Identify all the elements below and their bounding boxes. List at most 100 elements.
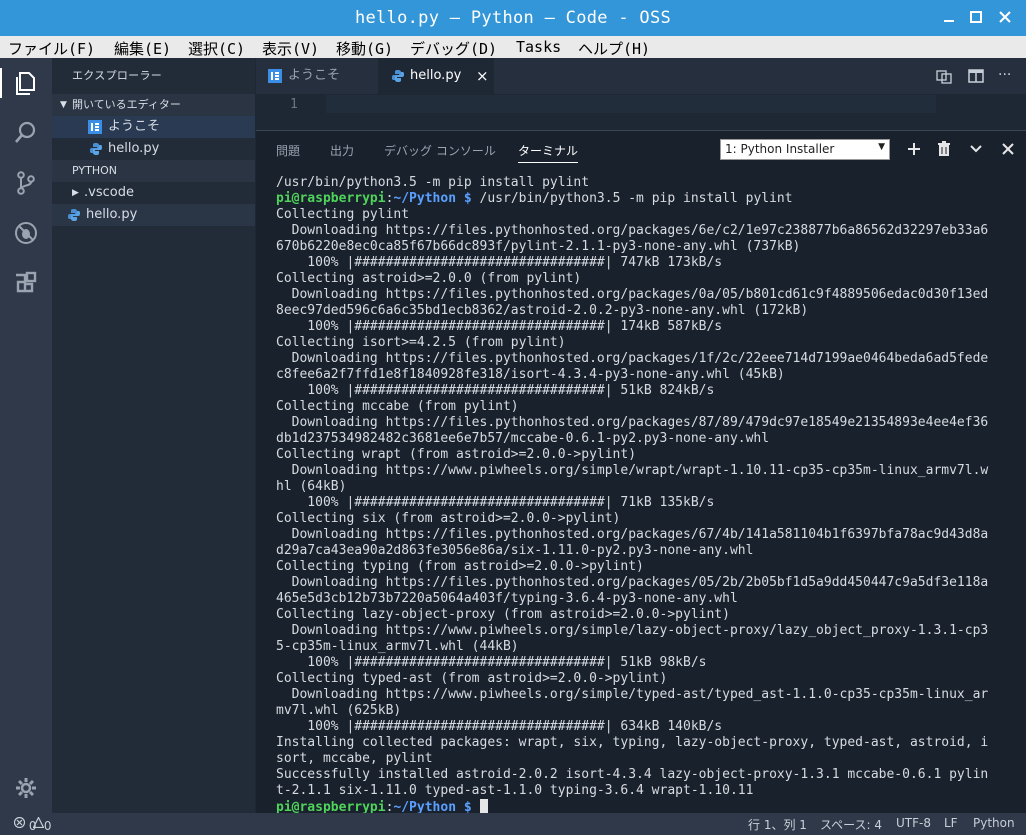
tab-hello-py[interactable]: hello.py × bbox=[378, 58, 494, 94]
tab-close-button[interactable]: × bbox=[476, 58, 489, 94]
python-file-icon bbox=[90, 143, 102, 155]
extensions-button[interactable] bbox=[13, 270, 39, 296]
minimize-button[interactable] bbox=[938, 6, 960, 28]
problems-status[interactable]: 0 0 bbox=[13, 816, 51, 833]
debug-icon bbox=[15, 222, 37, 244]
chevron-right-icon: ▶ bbox=[72, 188, 79, 198]
cursor-position[interactable]: 行 1、列 1 bbox=[748, 816, 807, 833]
line-number: 1 bbox=[290, 97, 298, 112]
prompt-path: ~/Python $ bbox=[393, 191, 472, 206]
explorer-button[interactable] bbox=[13, 70, 39, 96]
language-mode[interactable]: Python bbox=[973, 816, 1015, 830]
split-editor-button[interactable] bbox=[968, 68, 984, 84]
close-panel-button[interactable] bbox=[1000, 141, 1016, 157]
warning-count: 0 bbox=[43, 819, 52, 833]
sidebar-title: エクスプローラー bbox=[72, 69, 163, 82]
search-button[interactable] bbox=[13, 120, 39, 146]
terminal-select-value: 1: Python Installer bbox=[725, 142, 835, 156]
bottom-panel: 問題 出力 デバッグ コンソール ターミナル 1: Python Install… bbox=[256, 130, 1026, 816]
chevron-down-icon bbox=[970, 145, 982, 153]
prompt-user: pi@raspberrypi bbox=[276, 191, 386, 206]
trash-icon bbox=[938, 141, 950, 156]
panel-tab-debug-console[interactable]: デバッグ コンソール bbox=[384, 142, 496, 159]
open-editor-item-hello-py[interactable]: hello.py bbox=[52, 138, 255, 160]
menu-tasks[interactable]: Tasks bbox=[516, 38, 561, 56]
tab-welcome[interactable]: ようこそ bbox=[256, 58, 378, 94]
terminal-output[interactable]: /usr/bin/python3.5 -m pip install pylint… bbox=[276, 175, 988, 816]
error-icon bbox=[13, 816, 26, 829]
window-title: hello.py — Python — Code - OSS bbox=[354, 8, 672, 28]
panel-tab-output[interactable]: 出力 bbox=[330, 142, 354, 159]
maximize-button[interactable] bbox=[965, 6, 987, 28]
menu-bar: ファイル(F) 編集(E) 選択(C) 表示(V) 移動(G) デバッグ(D) … bbox=[0, 36, 1026, 58]
activity-bar bbox=[0, 58, 52, 813]
open-editors-header-label: 開いているエディター bbox=[72, 98, 181, 111]
extensions-icon bbox=[16, 271, 37, 293]
maximize-icon bbox=[970, 11, 982, 23]
kill-terminal-button[interactable] bbox=[936, 141, 952, 157]
python-file-icon bbox=[392, 70, 404, 82]
more-actions-button[interactable]: ··· bbox=[998, 68, 1014, 84]
tree-item-label: hello.py bbox=[86, 207, 138, 222]
menu-selection[interactable]: 選択(C) bbox=[188, 38, 245, 59]
menu-file[interactable]: ファイル(F) bbox=[8, 38, 95, 59]
terminal-cursor bbox=[479, 799, 488, 814]
new-terminal-button[interactable] bbox=[906, 141, 922, 157]
open-editor-label: ようこそ bbox=[108, 119, 161, 134]
tree-item-label: .vscode bbox=[84, 185, 134, 200]
plus-icon bbox=[908, 143, 920, 155]
tree-item-vscode[interactable]: ▶ .vscode bbox=[52, 182, 255, 204]
editor-tabs: ようこそ hello.py × ··· bbox=[256, 58, 1026, 94]
gear-icon bbox=[16, 778, 36, 798]
python-folder-header[interactable]: PYTHON bbox=[52, 160, 255, 182]
files-icon bbox=[16, 72, 35, 95]
ellipsis-icon: ··· bbox=[998, 67, 1012, 83]
folder-header-label: PYTHON bbox=[72, 164, 117, 177]
split-compare-icon bbox=[936, 70, 952, 84]
editor-area: ようこそ hello.py × ··· 1 問題 出力 デバッグ コンソール タ… bbox=[256, 58, 1026, 816]
minimize-icon bbox=[944, 20, 954, 22]
welcome-icon bbox=[88, 120, 102, 134]
caret-down-icon: ▼ bbox=[878, 142, 885, 152]
error-count: 0 bbox=[28, 819, 37, 833]
close-icon bbox=[999, 11, 1011, 23]
source-control-icon bbox=[17, 171, 35, 195]
active-indicator bbox=[0, 68, 2, 98]
welcome-icon bbox=[268, 69, 282, 83]
menu-debug[interactable]: デバッグ(D) bbox=[410, 38, 497, 59]
tab-label: ようこそ bbox=[288, 68, 341, 83]
explorer-sidebar: エクスプローラー ▼ 開いているエディター ようこそ hello.py PYTH… bbox=[52, 58, 255, 813]
panel-tab-terminal[interactable]: ターミナル bbox=[518, 142, 579, 163]
window-titlebar: hello.py — Python — Code - OSS bbox=[0, 0, 1026, 36]
open-editors-section-header[interactable]: ▼ 開いているエディター bbox=[52, 94, 255, 116]
settings-button[interactable] bbox=[13, 775, 39, 801]
menu-help[interactable]: ヘルプ(H) bbox=[578, 38, 650, 59]
open-changes-button[interactable] bbox=[936, 68, 952, 84]
current-line-highlight bbox=[326, 95, 936, 113]
encoding[interactable]: UTF-8 bbox=[896, 816, 931, 830]
python-file-icon bbox=[68, 209, 80, 221]
status-bar: 0 0 行 1、列 1 スペース: 4 UTF-8 LF Python bbox=[0, 813, 1026, 835]
split-editor-icon bbox=[968, 69, 984, 83]
terminal-line: /usr/bin/python3.5 -m pip install pylint bbox=[276, 175, 590, 190]
open-editor-item-welcome[interactable]: ようこそ bbox=[52, 116, 255, 138]
search-icon bbox=[15, 121, 36, 143]
menu-view[interactable]: 表示(V) bbox=[262, 38, 319, 59]
terminal-select[interactable]: 1: Python Installer ▼ bbox=[720, 139, 890, 160]
close-window-button[interactable] bbox=[994, 6, 1016, 28]
code-editor[interactable]: 1 bbox=[256, 94, 1026, 116]
menu-go[interactable]: 移動(G) bbox=[336, 38, 393, 59]
toggle-panel-button[interactable] bbox=[968, 141, 984, 157]
debug-button[interactable] bbox=[13, 220, 39, 246]
open-editor-label: hello.py bbox=[108, 141, 160, 156]
source-control-button[interactable] bbox=[13, 170, 39, 196]
terminal-log: Collecting pylint Downloading https://fi… bbox=[276, 207, 989, 798]
panel-tab-problems[interactable]: 問題 bbox=[276, 142, 300, 159]
close-icon bbox=[1002, 143, 1014, 155]
indentation[interactable]: スペース: 4 bbox=[820, 816, 882, 833]
chevron-down-icon: ▼ bbox=[60, 100, 67, 110]
menu-edit[interactable]: 編集(E) bbox=[114, 38, 171, 59]
end-of-line[interactable]: LF bbox=[944, 816, 958, 830]
tree-item-hello-py[interactable]: hello.py bbox=[52, 204, 255, 226]
terminal-command: /usr/bin/python3.5 -m pip install pylint bbox=[471, 191, 793, 206]
